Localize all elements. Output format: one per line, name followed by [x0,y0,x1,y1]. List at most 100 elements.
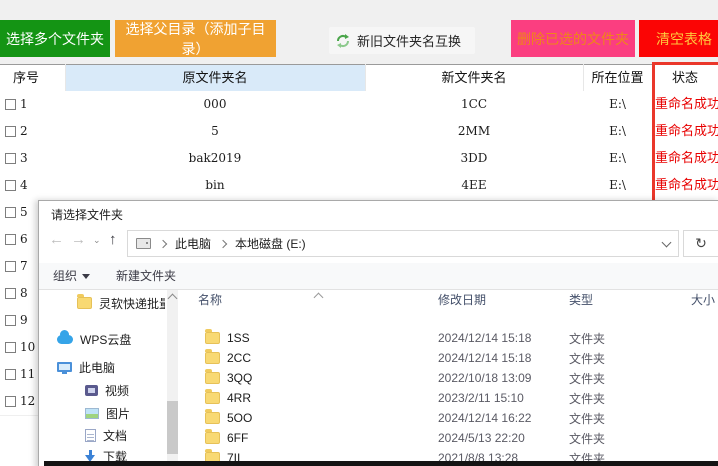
file-type: 文件夹 [569,330,605,347]
row-index: 1 [20,91,28,118]
table-row: 4 bin 4EE E:\ 重命名成功 [0,172,718,200]
row-checkbox[interactable] [5,153,16,164]
folder-location: E:\ [583,172,652,199]
file-row[interactable]: 3QQ 2022/10/18 13:09 文件夹 [181,368,718,388]
swap-names-button[interactable]: 新旧文件夹名互换 [329,27,475,54]
file-name: 5OO [227,411,252,425]
folder-icon [205,332,220,344]
documents-icon [85,429,96,442]
history-chevron-icon[interactable]: ⌄ [93,235,101,246]
sidebar-item-lingruan-folder[interactable]: 灵软快递批量查询 [77,293,165,313]
file-name: 3QQ [227,371,252,385]
sidebar-item-pictures[interactable]: 图片 [85,403,130,423]
file-type: 文件夹 [569,390,605,407]
sidebar-item-this-pc[interactable]: 此电脑 [57,357,115,377]
row-index: 12 [20,388,35,415]
original-folder-name: bin [65,172,365,199]
new-folder-name: 2MM [365,118,583,145]
row-checkbox[interactable] [5,288,16,299]
file-type: 文件夹 [569,430,605,447]
new-folder-button[interactable]: 新建文件夹 [116,263,176,289]
file-name: 2CC [227,351,251,365]
videos-icon [85,385,98,396]
row-index: 4 [20,172,28,199]
folder-icon [205,412,220,424]
row-checkbox[interactable] [5,207,16,218]
row-checkbox[interactable] [5,396,16,407]
swap-names-label: 新旧文件夹名互换 [357,31,461,50]
row-index: 3 [20,145,28,172]
original-folder-name: 5 [65,118,365,145]
file-date: 2024/12/14 16:22 [438,411,531,425]
rename-status: 重命名成功 [655,145,718,172]
dropdown-triangle-icon [82,274,90,279]
original-folder-name: 000 [65,91,365,118]
original-folder-name: bak2019 [65,145,365,172]
file-col-header-size[interactable]: 大小 [691,291,715,317]
file-col-header-name[interactable]: 名称 [198,291,222,317]
refresh-button[interactable]: ↻ [683,230,718,257]
organize-menu[interactable]: 组织 [53,263,90,289]
sidebar-item-label: 视频 [105,382,129,399]
sidebar-item-wps-cloud[interactable]: WPS云盘 [57,329,131,349]
select-parent-dir-button[interactable]: 选择父目录（添加子目录） [115,20,276,57]
col-header-status: 状态 [652,65,718,92]
pictures-icon [85,408,99,419]
rename-status: 重命名成功 [655,172,718,199]
select-multiple-folders-button[interactable]: 选择多个文件夹 [0,20,110,57]
sidebar-item-label: 灵软快递批量查询 [99,295,165,312]
row-index: 11 [20,361,35,388]
sidebar-item-documents[interactable]: 文档 [85,425,127,445]
cloud-icon [57,335,73,344]
file-row[interactable]: 2CC 2024/12/14 15:18 文件夹 [181,348,718,368]
delete-selected-button[interactable]: 删除已选的文件夹 [511,20,635,57]
file-type: 文件夹 [569,370,605,387]
breadcrumb-this-pc[interactable]: 此电脑 [175,235,211,252]
back-icon[interactable]: ← [49,231,64,248]
folder-location: E:\ [583,91,652,118]
folder-select-dialog: 请选择文件夹 ← → ⌄ ↑ 此电脑 本地磁盘 (E:) ↻ 组织 新建文件夹 … [38,200,718,466]
top-toolbar: 选择多个文件夹 选择父目录（添加子目录） 新旧文件夹名互换 删除已选的文件夹 清… [0,0,718,64]
folder-location: E:\ [583,145,652,172]
row-checkbox[interactable] [5,342,16,353]
folder-icon [205,372,220,384]
row-checkbox[interactable] [5,315,16,326]
breadcrumb-separator-icon [219,239,227,247]
file-col-header-date[interactable]: 修改日期 [438,291,486,317]
folder-icon [205,352,220,364]
file-row[interactable]: 4RR 2023/2/11 15:10 文件夹 [181,388,718,408]
scrollbar-thumb[interactable] [167,401,178,454]
row-checkbox[interactable] [5,369,16,380]
row-checkbox[interactable] [5,180,16,191]
row-checkbox[interactable] [5,261,16,272]
file-col-header-type[interactable]: 类型 [569,291,593,317]
file-date: 2024/5/13 22:20 [438,431,525,445]
row-checkbox[interactable] [5,126,16,137]
computer-icon [136,238,151,249]
file-name: 6FF [227,431,248,445]
forward-icon[interactable]: → [71,231,86,248]
up-icon[interactable]: ↑ [109,231,117,248]
sidebar-item-label: 此电脑 [79,359,115,376]
row-checkbox[interactable] [5,234,16,245]
breadcrumb-local-disk-e[interactable]: 本地磁盘 (E:) [235,235,306,252]
file-date: 2022/10/18 13:09 [438,371,531,385]
folder-icon [205,432,220,444]
row-index: 5 [20,199,28,226]
file-row[interactable]: 6FF 2024/5/13 22:20 文件夹 [181,428,718,448]
sidebar-item-videos[interactable]: 视频 [85,380,129,400]
file-row[interactable]: 5OO 2024/12/14 16:22 文件夹 [181,408,718,428]
file-name: 1SS [227,331,250,345]
address-bar[interactable]: 此电脑 本地磁盘 (E:) [127,230,679,257]
file-date: 2024/12/14 15:18 [438,331,531,345]
file-date: 2024/12/14 15:18 [438,351,531,365]
address-dropdown-icon[interactable] [662,237,672,247]
dialog-toolbar: 组织 新建文件夹 [39,263,718,290]
clear-table-button[interactable]: 清空表格 [639,20,718,57]
rename-status: 重命名成功 [655,91,718,118]
new-folder-name: 4EE [365,172,583,199]
row-checkbox[interactable] [5,99,16,110]
col-header-original-name: 原文件夹名 [65,65,365,92]
col-header-new-name: 新文件夹名 [365,65,583,92]
file-row[interactable]: 1SS 2024/12/14 15:18 文件夹 [181,328,718,348]
